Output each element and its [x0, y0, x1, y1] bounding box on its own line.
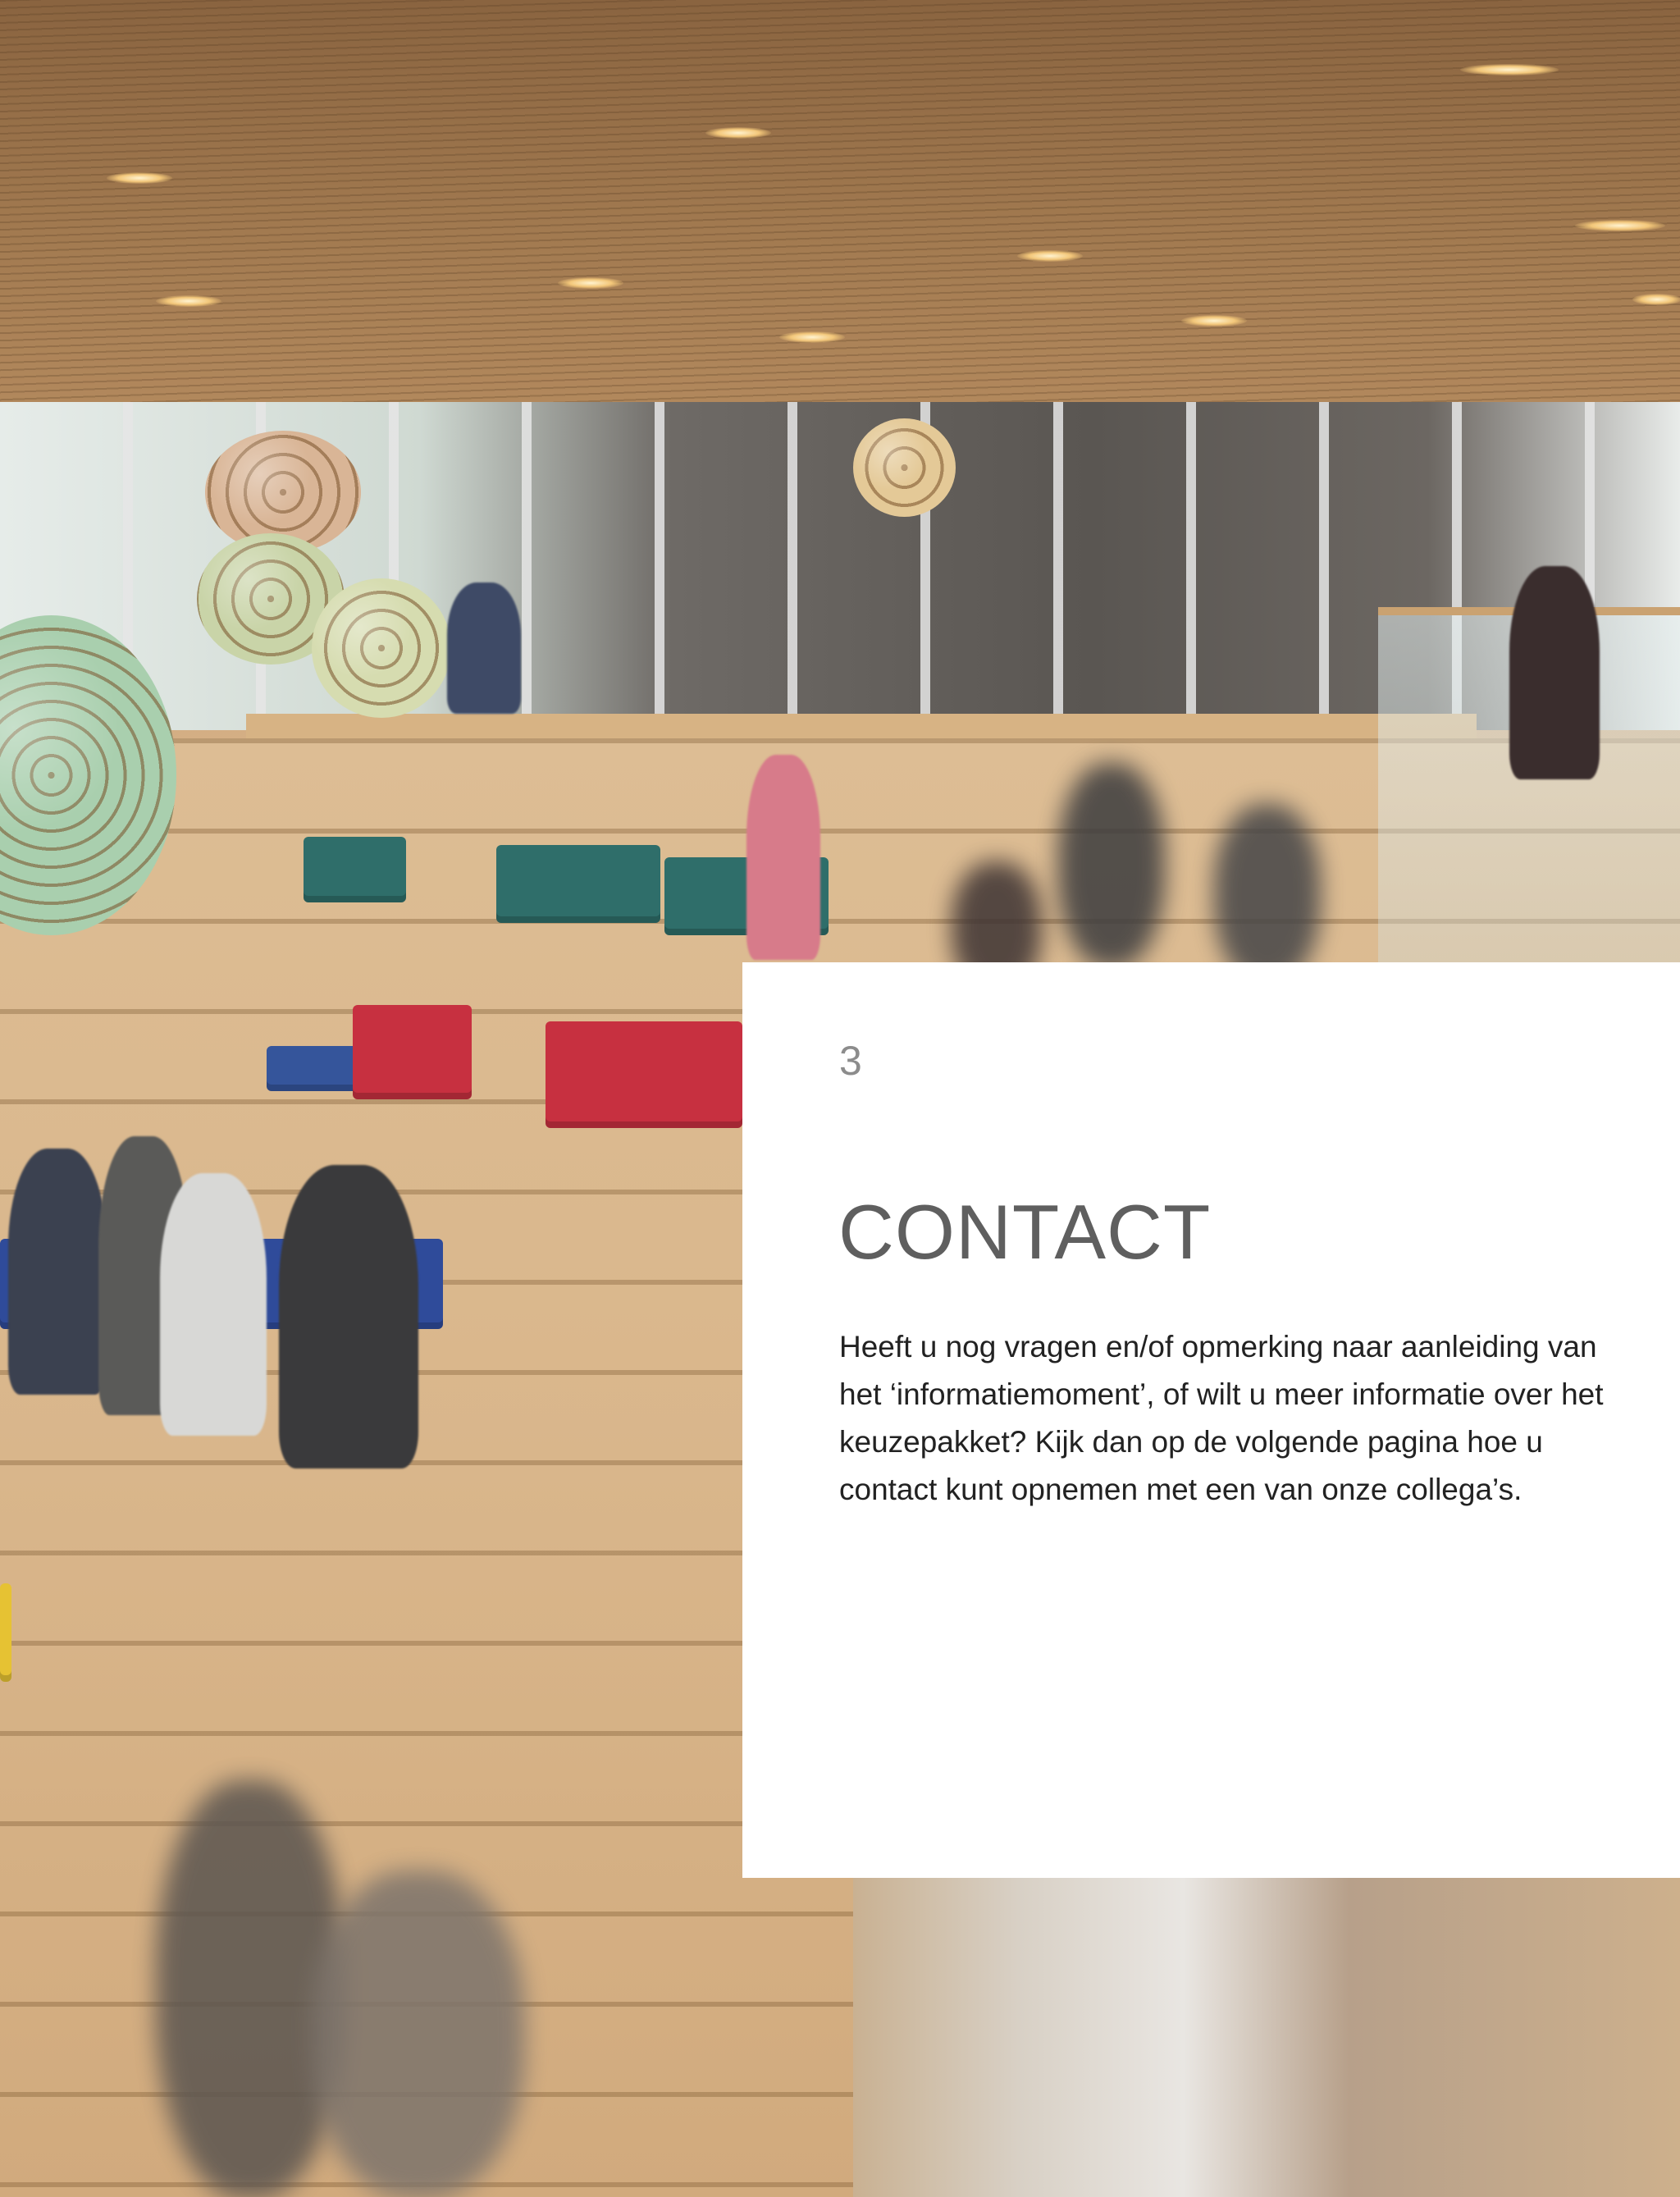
student	[746, 755, 820, 960]
green-cushion	[304, 837, 406, 902]
blurred-person	[1058, 763, 1165, 968]
student	[8, 1149, 107, 1395]
contact-card: 3 CONTACT Heeft u nog vragen en/of opmer…	[742, 962, 1680, 1878]
ceiling-light	[779, 331, 845, 343]
student	[160, 1173, 267, 1436]
ceiling-light	[558, 277, 623, 289]
ceiling-light	[1460, 64, 1559, 75]
student	[279, 1165, 418, 1468]
student	[447, 582, 521, 714]
pendant-lamp	[853, 418, 956, 517]
ceiling-light	[705, 127, 771, 139]
wooden-ceiling	[0, 0, 1680, 427]
ceiling-light	[1181, 315, 1247, 327]
student	[1509, 566, 1600, 779]
red-cushion	[546, 1021, 742, 1128]
yellow-cushion	[0, 1583, 11, 1682]
ceiling-light	[1575, 220, 1665, 231]
ceiling-light	[156, 295, 221, 307]
ceiling-light	[1632, 294, 1680, 305]
ceiling-light	[1017, 250, 1083, 262]
blurred-person	[312, 1870, 525, 2197]
red-cushion	[353, 1005, 472, 1099]
page-number: 3	[839, 1038, 862, 1084]
green-cushion	[496, 845, 660, 923]
blurred-person	[1214, 804, 1321, 984]
lower-glass-wall	[853, 1870, 1680, 2197]
page-title: CONTACT	[838, 1189, 1212, 1275]
contact-paragraph: Heeft u nog vragen en/of opmerking naar …	[839, 1330, 1604, 1506]
pendant-lamp	[312, 578, 451, 718]
ceiling-light	[107, 172, 172, 184]
